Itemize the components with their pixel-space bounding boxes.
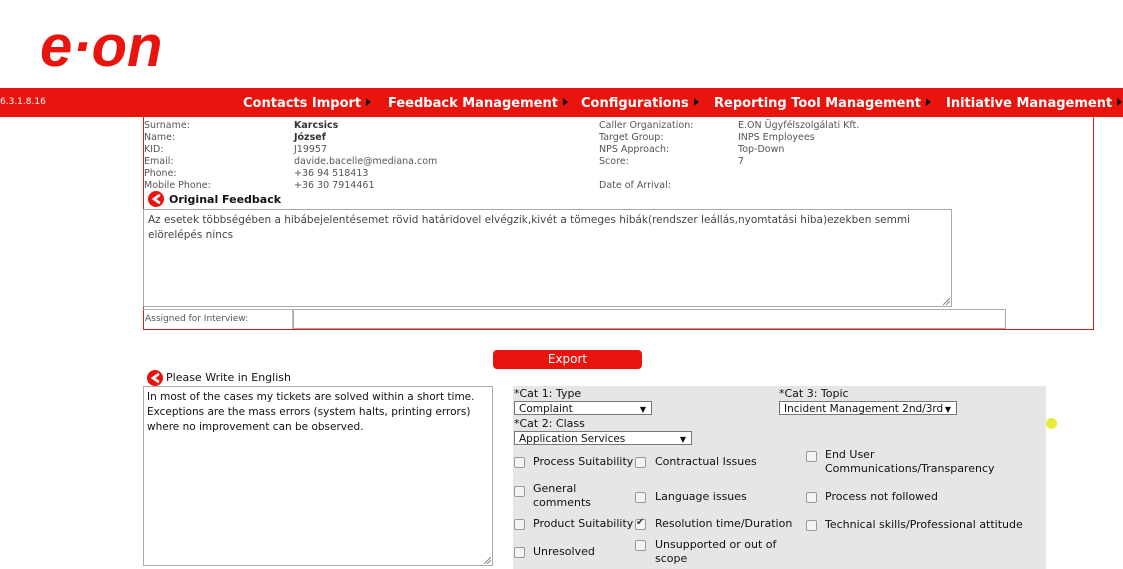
eon-emblem-icon bbox=[147, 370, 163, 386]
checkbox-label: Contractual Issues bbox=[655, 455, 757, 468]
original-feedback-heading: Original Feedback bbox=[169, 193, 282, 206]
score-label: Score: bbox=[599, 156, 629, 167]
checkbox-label: End User Communications/Transparency bbox=[825, 448, 995, 475]
date-of-arrival-label: Date of Arrival: bbox=[599, 180, 671, 191]
email-label: Email: bbox=[144, 156, 174, 167]
caller-org-value: E.ON Ügyfélszolgálati Kft. bbox=[738, 120, 860, 131]
dropdown-caret-icon: ▼ bbox=[679, 435, 686, 444]
cat2-label: *Cat 2: Class bbox=[514, 417, 585, 430]
nav-reporting-tool-management[interactable]: Reporting Tool Management bbox=[714, 96, 931, 111]
checkbox-technical-skills[interactable] bbox=[806, 520, 817, 531]
eon-logo: e·on bbox=[40, 20, 162, 72]
checkbox-resolution-time[interactable] bbox=[635, 517, 646, 530]
mobile-label: Mobile Phone: bbox=[144, 180, 211, 191]
version-label: 6.3.1.8.16 bbox=[0, 97, 46, 107]
checkbox-process-not-followed[interactable] bbox=[806, 492, 817, 503]
menu-arrow-icon bbox=[562, 98, 568, 106]
surname-value: Karcsics bbox=[294, 120, 339, 131]
checkbox-unsupported[interactable] bbox=[635, 540, 646, 551]
checkbox-general-comments[interactable] bbox=[514, 486, 525, 497]
nav-feedback-management[interactable]: Feedback Management bbox=[388, 96, 568, 111]
checkbox-unresolved[interactable] bbox=[514, 547, 525, 558]
checkbox-contractual-issues[interactable] bbox=[635, 457, 646, 468]
email-value: davide.bacelle@mediana.com bbox=[294, 156, 438, 167]
menu-arrow-icon bbox=[693, 98, 699, 106]
checkbox-label: Resolution time/Duration bbox=[655, 517, 793, 530]
surname-label: Surname: bbox=[144, 120, 190, 131]
checkbox-label: Language issues bbox=[655, 490, 747, 503]
cat2-class-select[interactable]: Application Services ▼ bbox=[514, 431, 692, 445]
cursor-highlight bbox=[1046, 418, 1057, 429]
mobile-value: +36 30 7914461 bbox=[294, 180, 375, 191]
logo-text: e·on bbox=[40, 20, 162, 72]
dropdown-caret-icon: ▼ bbox=[944, 405, 951, 414]
checkbox-language-issues[interactable] bbox=[635, 492, 646, 503]
english-translation-textarea[interactable]: In most of the cases my tickets are solv… bbox=[143, 386, 493, 566]
resize-handle-icon[interactable] bbox=[483, 556, 491, 564]
score-value: 7 bbox=[738, 156, 745, 167]
checkbox-label: Unresolved bbox=[533, 545, 595, 558]
checkbox-label: Process Suitability bbox=[533, 455, 634, 468]
target-group-value: INPS Employees bbox=[738, 132, 815, 143]
cat3-label: *Cat 3: Topic bbox=[779, 387, 849, 400]
assigned-interview-input[interactable] bbox=[293, 309, 1006, 329]
kid-value: J19957 bbox=[294, 144, 328, 155]
nps-approach-value: Top-Down bbox=[738, 144, 785, 155]
nav-initiative-management[interactable]: Initiative Management bbox=[946, 96, 1123, 111]
checkbox-label: Unsupported or out of scope bbox=[655, 538, 777, 565]
nav-configurations[interactable]: Configurations bbox=[581, 96, 699, 111]
name-value: József bbox=[294, 132, 326, 143]
checkbox-product-suitability[interactable] bbox=[514, 519, 525, 530]
resize-handle-icon[interactable] bbox=[942, 297, 950, 305]
menu-arrow-icon bbox=[1117, 98, 1123, 106]
cat1-label: *Cat 1: Type bbox=[514, 387, 582, 400]
name-label: Name: bbox=[144, 132, 176, 143]
phone-value: +36 94 518413 bbox=[294, 168, 369, 179]
menu-arrow-icon bbox=[366, 98, 372, 106]
menu-arrow-icon bbox=[925, 98, 931, 106]
kid-label: KID: bbox=[144, 144, 164, 155]
caller-org-label: Caller Organization: bbox=[599, 120, 694, 131]
cat3-topic-select[interactable]: Incident Management 2nd/3rd ▼ bbox=[779, 401, 957, 415]
checkbox-process-suitability[interactable] bbox=[514, 457, 525, 468]
checkbox-label: Technical skills/Professional attitude bbox=[825, 518, 1023, 531]
dropdown-caret-icon: ▼ bbox=[639, 405, 646, 414]
export-button[interactable]: Export bbox=[493, 350, 642, 369]
nav-contacts-import[interactable]: Contacts Import bbox=[243, 96, 372, 111]
original-feedback-textarea[interactable]: Az esetek többségében a hibábejelentésem… bbox=[143, 209, 952, 307]
checkbox-label: Product Suitability bbox=[533, 517, 634, 530]
phone-label: Phone: bbox=[144, 168, 177, 179]
assigned-interview-label: Assigned for Interview: bbox=[145, 314, 249, 324]
please-write-english-heading: Please Write in English bbox=[166, 371, 291, 384]
eon-emblem-icon bbox=[148, 191, 164, 207]
cat1-type-select[interactable]: Complaint ▼ bbox=[514, 401, 652, 415]
nps-approach-label: NPS Approach: bbox=[599, 144, 670, 155]
checkbox-label: Process not followed bbox=[825, 490, 938, 503]
checkbox-label: General comments bbox=[533, 482, 591, 509]
checkbox-end-user-communications[interactable] bbox=[806, 451, 817, 462]
target-group-label: Target Group: bbox=[599, 132, 664, 143]
